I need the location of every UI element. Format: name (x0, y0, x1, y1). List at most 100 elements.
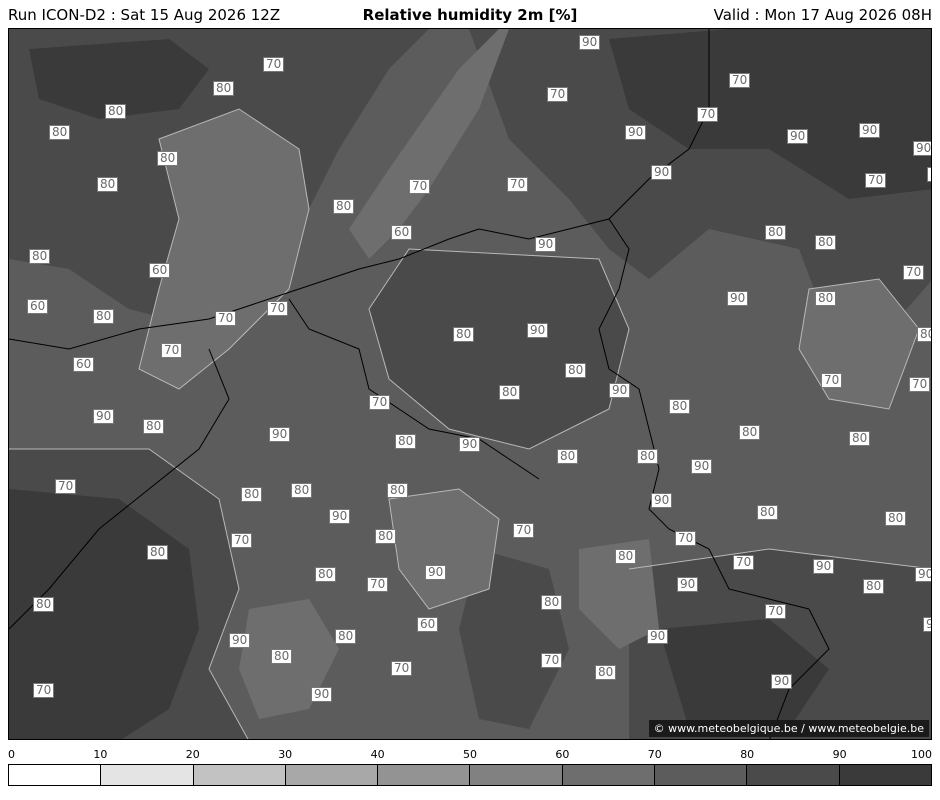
contour-label: 80 (815, 291, 837, 306)
contour-label: 80 (271, 649, 293, 664)
contour-label: 80 (757, 505, 779, 520)
contour-label: 90 (229, 633, 251, 648)
contour-label: 70 (409, 179, 431, 194)
legend-ticks: 0 10 20 30 40 50 60 70 80 90 100 (8, 748, 932, 762)
contour-label: 80 (765, 225, 787, 240)
contour-label: 70 (909, 377, 931, 392)
contour-label: 70 (369, 395, 391, 410)
contour-label: 80 (29, 249, 51, 264)
contour-label: 80 (105, 104, 127, 119)
legend-tick-label: 90 (832, 748, 847, 761)
contour-label: 90 (691, 459, 713, 474)
contour-label: 70 (865, 173, 887, 188)
contour-label: 70 (927, 167, 931, 182)
contour-label: 70 (33, 683, 55, 698)
contour-label: 80 (739, 425, 761, 440)
contour-label: 70 (821, 373, 843, 388)
contour-label: 90 (93, 409, 115, 424)
colorbar-bin (747, 765, 840, 785)
valid-time: Valid : Mon 17 Aug 2026 08H (713, 6, 932, 24)
contour-label: 80 (395, 434, 417, 449)
contour-label: 80 (815, 235, 837, 250)
contour-label: 70 (161, 343, 183, 358)
contour-label: 80 (885, 511, 907, 526)
contour-label: 60 (149, 263, 171, 278)
contour-label: 70 (391, 661, 413, 676)
contour-label: 60 (417, 617, 439, 632)
contour-label: 90 (651, 165, 673, 180)
contour-label: 70 (729, 73, 751, 88)
legend-tick-label: 30 (278, 748, 293, 761)
contour-label: 90 (527, 323, 549, 338)
contour-label: 80 (565, 363, 587, 378)
contour-label: 80 (849, 431, 871, 446)
contour-label: 80 (541, 595, 563, 610)
contour-label: 80 (637, 449, 659, 464)
contour-label: 90 (329, 509, 351, 524)
legend-tick-label: 50 (463, 748, 477, 761)
contour-label: 90 (311, 687, 333, 702)
legend-tick-label: 100 (911, 748, 932, 761)
contour-label: 90 (609, 383, 631, 398)
contour-label: 70 (513, 523, 535, 538)
legend-tick-label: 60 (555, 748, 570, 761)
contour-label: 70 (55, 479, 77, 494)
contour-label: 70 (675, 531, 697, 546)
humidity-map: 90 70 80 70 80 70 80 70 90 90 90 90 80 80 80 70 70 90 70 70… (8, 28, 932, 740)
contour-label: 80 (143, 419, 165, 434)
contour-label: 90 (425, 565, 447, 580)
contour-label: 70 (541, 653, 563, 668)
contour-label: 70 (903, 265, 925, 280)
contour-label: 80 (615, 549, 637, 564)
contour-label: 90 (787, 129, 809, 144)
contour-label: 80 (93, 309, 115, 324)
contour-label: 90 (923, 617, 931, 632)
contour-label: 90 (269, 427, 291, 442)
legend-tick-label: 40 (370, 748, 385, 761)
contour-label: 60 (27, 299, 49, 314)
contour-label: 80 (241, 487, 263, 502)
contour-label: 90 (651, 493, 673, 508)
contour-label: 60 (73, 357, 95, 372)
colorbar-bin (470, 765, 563, 785)
contour-label: 80 (335, 629, 357, 644)
colorbar-bin (562, 765, 656, 785)
colorbar-bin (378, 765, 471, 785)
contour-label: 80 (453, 327, 475, 342)
contour-label: 80 (147, 545, 169, 560)
contour-label: 90 (813, 559, 835, 574)
legend-tick-label: 0 (8, 748, 15, 761)
contour-label: 60 (391, 225, 413, 240)
contour-label: 90 (535, 237, 557, 252)
legend-tick-label: 70 (647, 748, 662, 761)
contour-label: 70 (231, 533, 253, 548)
contour-label: 90 (859, 123, 881, 138)
contour-label: 80 (387, 483, 409, 498)
contour-label: 70 (697, 107, 719, 122)
legend-tick-label: 20 (185, 748, 200, 761)
colorbar-bin (839, 765, 931, 785)
contour-label: 80 (33, 597, 55, 612)
contour-label: 80 (557, 449, 579, 464)
contour-label: 90 (913, 141, 931, 156)
contour-label: 90 (771, 674, 793, 689)
contour-label: 80 (49, 125, 71, 140)
contour-label: 70 (267, 301, 289, 316)
contour-label: 70 (507, 177, 529, 192)
colorbar-bin (285, 765, 379, 785)
colorbar-bin (9, 765, 102, 785)
contour-label: 90 (727, 291, 749, 306)
colorbar-bin (193, 765, 286, 785)
contour-label: 80 (499, 385, 521, 400)
contour-label: 80 (97, 177, 119, 192)
legend-tick-label: 80 (740, 748, 755, 761)
contour-label: 80 (669, 399, 691, 414)
contour-label: 90 (915, 567, 931, 582)
contour-label: 70 (263, 57, 285, 72)
colorbar-bin (655, 765, 748, 785)
contour-label: 80 (917, 327, 931, 342)
contour-label: 80 (863, 579, 885, 594)
contour-label: 80 (375, 529, 397, 544)
contour-label: 80 (333, 199, 355, 214)
contour-label: 80 (315, 567, 337, 582)
